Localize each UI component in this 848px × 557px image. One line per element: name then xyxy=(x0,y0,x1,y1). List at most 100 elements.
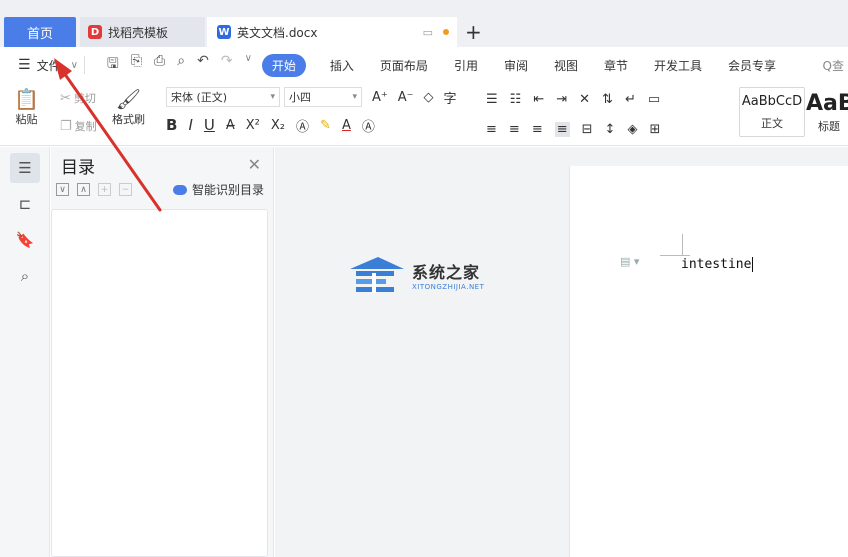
new-tab-label: + xyxy=(465,20,482,44)
phonetic-icon[interactable]: 字 xyxy=(444,88,457,107)
toc-title: 目录 xyxy=(61,158,95,178)
tab-document[interactable]: W 英文文档.docx ▭ xyxy=(207,17,457,47)
cut-button[interactable]: ✂ 剪切 xyxy=(60,87,97,109)
document-text[interactable]: intestine xyxy=(681,257,754,272)
shading-icon[interactable]: ◈ xyxy=(627,122,637,137)
save-icon[interactable]: 🖫 xyxy=(107,53,119,77)
brush-icon: 🖌 xyxy=(115,87,142,111)
document-page[interactable]: ▤ ▾ intestine xyxy=(569,166,848,557)
distributed-icon[interactable]: ⊟ xyxy=(582,122,593,137)
close-icon[interactable]: ✕ xyxy=(248,155,261,174)
expand-icon[interactable]: ∨ xyxy=(56,183,69,196)
print-preview-icon[interactable]: ⌕ xyxy=(177,53,185,77)
tab-chapter[interactable]: 章节 xyxy=(604,57,628,74)
numbered-list-icon[interactable]: ☷ xyxy=(510,92,522,107)
tab-references[interactable]: 引用 xyxy=(454,57,478,74)
bold-icon[interactable]: B xyxy=(166,116,177,134)
style-heading-label: 标题 xyxy=(818,119,840,133)
tab-insert[interactable]: 插入 xyxy=(330,57,354,74)
subscript-icon[interactable]: X₂ xyxy=(271,118,285,133)
line-spacing-icon[interactable]: ↕ xyxy=(605,122,616,137)
document-canvas[interactable]: 系统之家 XITONGZHIJIA.NET ▤ ▾ intestine xyxy=(275,147,848,557)
format-painter-button[interactable]: 🖌 格式刷 xyxy=(112,87,145,127)
watermark: 系统之家 XITONGZHIJIA.NET xyxy=(348,255,484,295)
increase-indent-icon[interactable]: ⇥ xyxy=(556,92,567,107)
export-icon[interactable]: ⎘ xyxy=(131,53,142,77)
borders-icon[interactable]: ⊞ xyxy=(649,122,660,137)
undo-icon[interactable]: ↶ xyxy=(197,53,209,77)
tab-review[interactable]: 审阅 xyxy=(504,57,528,74)
align-tools-row: ≡ ≡ ≡ ≡ ⊟ ↕ ◈ ⊞ xyxy=(486,117,660,141)
list-tools-row: ☰ ☷ ⇤ ⇥ ✕ ⇅ ↵ ▭ xyxy=(486,87,660,111)
chapter-nav-button[interactable]: ⊏ xyxy=(10,189,40,219)
clear-format-icon[interactable]: ◇ xyxy=(424,90,434,105)
show-marks-icon[interactable]: ↵ xyxy=(625,92,636,107)
strikethrough-icon[interactable]: A̶ xyxy=(226,118,235,133)
tab-member[interactable]: 会员专享 xyxy=(728,57,776,74)
tab-page-layout[interactable]: 页面布局 xyxy=(380,57,428,74)
tab-ruler-icon[interactable]: ▭ xyxy=(648,92,660,107)
watermark-en: XITONGZHIJIA.NET xyxy=(412,283,485,291)
redo-icon[interactable]: ↷ xyxy=(221,53,233,77)
shrink-font-icon[interactable]: A⁻ xyxy=(398,90,414,105)
tab-templates[interactable]: D 找稻壳模板 xyxy=(80,17,205,47)
search-command[interactable]: Q查 xyxy=(823,57,844,74)
paste-button[interactable]: 📋 粘贴 xyxy=(14,87,39,127)
highlight-icon[interactable]: ✎ xyxy=(320,118,331,133)
add-heading-icon[interactable]: + xyxy=(98,183,111,196)
sort-icon[interactable]: ⇅ xyxy=(602,92,613,107)
font-size-tools: A⁺ A⁻ ◇ 字 xyxy=(372,87,457,107)
align-right-icon[interactable]: ≡ xyxy=(532,122,543,137)
style-heading[interactable]: AaB 标题 xyxy=(806,87,848,137)
remove-heading-icon[interactable]: − xyxy=(119,183,132,196)
copy-icon: ❐ xyxy=(60,118,72,134)
smart-toc-button[interactable]: 智能识别目录 xyxy=(173,181,264,198)
underline-icon[interactable]: U xyxy=(204,116,215,134)
tab-developer[interactable]: 开发工具 xyxy=(654,57,702,74)
outline-icon: ☰ xyxy=(18,159,32,177)
smart-toc-label: 智能识别目录 xyxy=(192,183,265,197)
font-format-row: B I U A̶ X² X₂ Ⓐ ✎ A Ⓐ xyxy=(166,113,457,137)
justify-icon[interactable]: ≡ xyxy=(554,121,570,137)
font-size-select[interactable]: 小四 ▾ xyxy=(284,87,362,107)
decrease-indent-icon[interactable]: ⇤ xyxy=(533,92,544,107)
font-name-select[interactable]: 宋体 (正文) ▾ xyxy=(166,87,280,107)
customize-chevron-icon[interactable]: ∨ xyxy=(245,53,252,77)
style-normal[interactable]: AaBbCcD 正文 xyxy=(739,87,805,137)
style-normal-label: 正文 xyxy=(761,116,783,130)
search-icon: ⌕ xyxy=(20,267,30,285)
grow-font-icon[interactable]: A⁺ xyxy=(372,90,388,105)
tab-start[interactable]: 开始 xyxy=(261,53,306,77)
bullet-list-icon[interactable]: ☰ xyxy=(486,92,498,107)
chinese-layout-icon[interactable]: ✕ xyxy=(579,92,590,107)
tab-home[interactable]: 首页 xyxy=(4,17,76,47)
char-border-icon[interactable]: Ⓐ xyxy=(362,116,375,135)
copy-label: 复制 xyxy=(74,120,97,133)
toc-toolbar: ∨ ∧ + − xyxy=(56,183,132,196)
style-heading-sample: AaB xyxy=(806,90,848,116)
align-left-icon[interactable]: ≡ xyxy=(486,122,497,137)
superscript-icon[interactable]: X² xyxy=(246,118,260,133)
bookmark-button[interactable]: 🔖 xyxy=(10,225,40,255)
find-button[interactable]: ⌕ xyxy=(10,261,40,291)
print-icon[interactable]: ⎙ xyxy=(154,53,165,77)
toc-list[interactable] xyxy=(51,209,268,557)
file-menu-button[interactable]: ☰ 文件 ∨ xyxy=(18,57,78,74)
window-mode-icon[interactable]: ▭ xyxy=(423,26,433,39)
text-effect-icon[interactable]: Ⓐ xyxy=(296,116,309,135)
ribbon-home: 📋 粘贴 ✂ 剪切 ❐ 复制 🖌 格式刷 宋体 (正文) ▾ 小四 ▾ A⁺ A… xyxy=(0,83,848,146)
tab-view[interactable]: 视图 xyxy=(554,57,578,74)
toc-panel-button[interactable]: ☰ xyxy=(10,153,40,183)
collapse-icon[interactable]: ∧ xyxy=(77,183,90,196)
margin-corner-mark xyxy=(660,255,690,256)
format-painter-label: 格式刷 xyxy=(112,113,145,126)
paragraph-handle-icon[interactable]: ▤ ▾ xyxy=(620,255,639,268)
tab-templates-label: 找稻壳模板 xyxy=(108,25,169,40)
copy-button[interactable]: ❐ 复制 xyxy=(60,115,97,137)
new-tab-button[interactable]: + xyxy=(465,17,482,47)
font-color-icon[interactable]: A xyxy=(342,118,351,133)
chapter-icon: ⊏ xyxy=(18,195,32,213)
title-tab-bar: 首页 D 找稻壳模板 W 英文文档.docx ▭ + xyxy=(0,0,848,47)
align-center-icon[interactable]: ≡ xyxy=(509,122,520,137)
italic-icon[interactable]: I xyxy=(188,116,192,134)
